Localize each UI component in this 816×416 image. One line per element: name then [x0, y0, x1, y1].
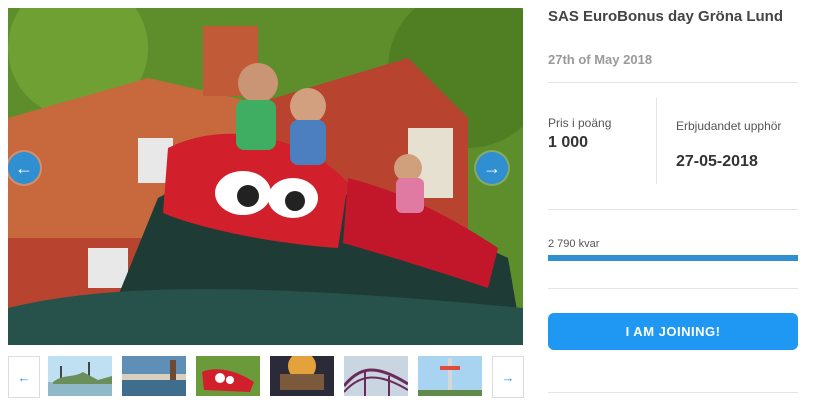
main-gallery-image	[8, 8, 523, 345]
join-button[interactable]: I AM JOINING!	[548, 313, 798, 350]
thumbnail-2[interactable]	[122, 356, 186, 396]
thumbnail-3[interactable]	[196, 356, 260, 396]
thumbnail-prev-button[interactable]: ←	[8, 356, 40, 398]
divider-vertical	[656, 98, 657, 184]
offer-panel: SAS EuroBonus day Gröna Lund 27th of May…	[548, 0, 798, 416]
price-label: Pris i poäng	[548, 116, 612, 130]
divider	[548, 288, 798, 289]
thumbnail-1[interactable]	[48, 356, 112, 396]
thumbnail-4[interactable]	[270, 356, 334, 396]
divider	[548, 82, 798, 83]
arrow-right-icon: →	[501, 369, 515, 385]
offer-date: 27th of May 2018	[548, 52, 653, 67]
remaining-progress-bar	[548, 255, 798, 261]
remaining-count: 2 790 kvar	[548, 238, 600, 250]
thumbnail-strip: ← →	[8, 356, 524, 398]
expires-label: Erbjudandet upphör	[676, 119, 782, 133]
thumbnail-next-button[interactable]: →	[492, 356, 524, 398]
thumbnail-5[interactable]	[344, 356, 408, 396]
arrow-left-icon: ←	[15, 157, 33, 178]
price-value: 1 000	[548, 134, 589, 151]
divider	[548, 209, 798, 210]
gallery-prev-button[interactable]: ←	[8, 152, 40, 184]
divider	[548, 392, 798, 393]
thumbnail-6[interactable]	[418, 356, 482, 396]
arrow-left-icon: ←	[17, 369, 31, 385]
expires-value: 27-05-2018	[676, 153, 758, 170]
gallery-next-button[interactable]: →	[476, 152, 508, 184]
progress-fill	[548, 255, 798, 261]
offer-title: SAS EuroBonus day Gröna Lund	[548, 8, 784, 25]
arrow-right-icon: →	[483, 157, 501, 178]
